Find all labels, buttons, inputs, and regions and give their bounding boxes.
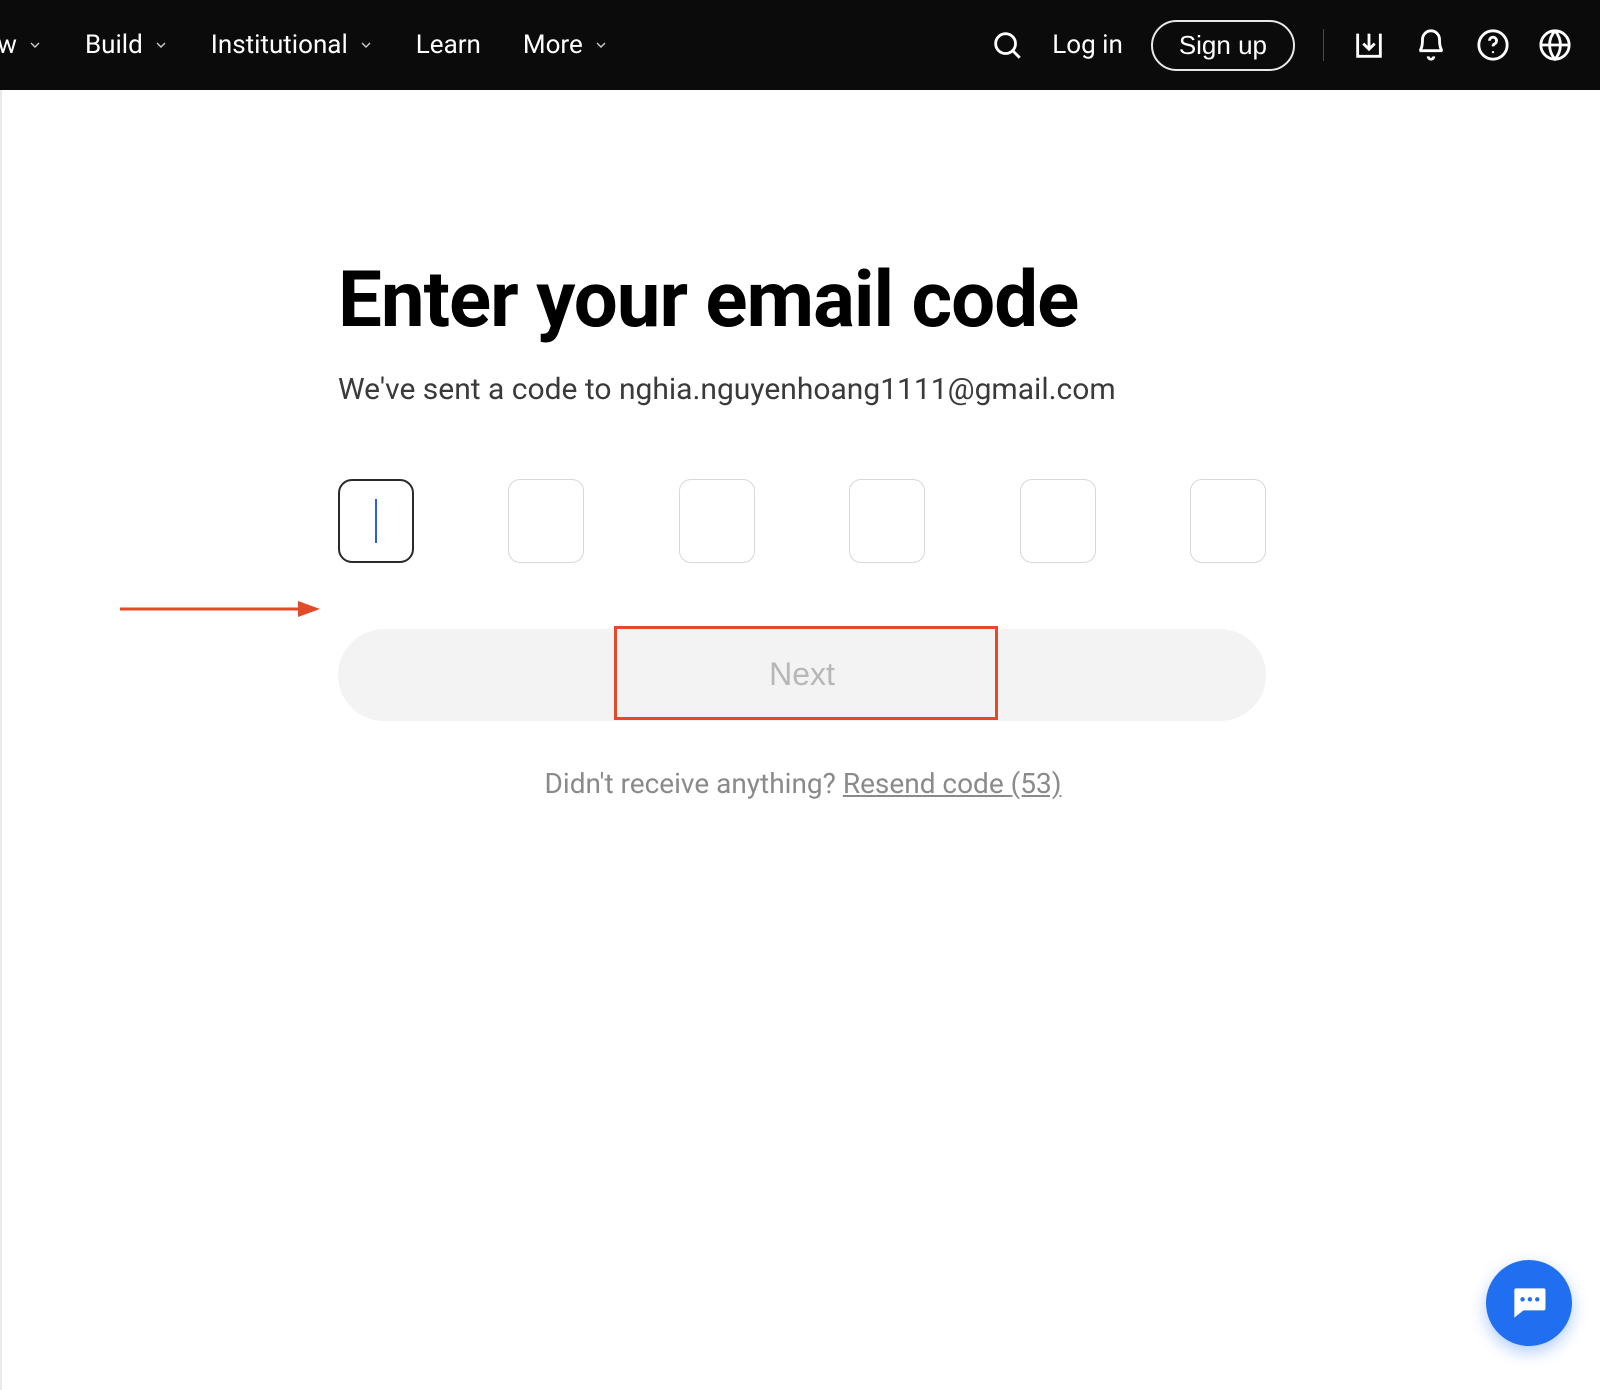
resend-row: Didn't receive anything? Resend code (53… — [338, 767, 1268, 800]
top-nav: row Build Institutional Learn More Log i… — [0, 0, 1600, 90]
subtitle-email: nghia.nguyenhoang1111@gmail.com — [619, 372, 1116, 407]
nav-item-label: Build — [85, 30, 143, 60]
nav-item-label: row — [0, 30, 17, 60]
page-title: Enter your email code — [338, 260, 1268, 342]
code-digit-6[interactable] — [1190, 479, 1266, 563]
code-digit-5[interactable] — [1020, 479, 1096, 563]
next-button[interactable]: Next — [338, 629, 1266, 721]
chat-icon — [1507, 1281, 1551, 1325]
nav-right: Log in Sign up — [990, 20, 1572, 71]
chevron-down-icon — [153, 37, 169, 53]
resend-code-link[interactable]: Resend code (53) — [843, 767, 1062, 800]
help-icon[interactable] — [1476, 28, 1510, 62]
code-digit-4[interactable] — [849, 479, 925, 563]
text-cursor — [375, 499, 377, 543]
nav-item-label: More — [523, 30, 583, 60]
nav-divider — [1323, 29, 1324, 61]
nav-item-build[interactable]: Build — [85, 30, 169, 60]
code-digit-1[interactable] — [338, 479, 414, 563]
resend-prefix: Didn't receive anything? — [545, 767, 836, 800]
globe-icon[interactable] — [1538, 28, 1572, 62]
resend-countdown: (53) — [1011, 767, 1062, 800]
bell-icon[interactable] — [1414, 28, 1448, 62]
resend-link-label: Resend code — [843, 767, 1011, 800]
nav-left: row Build Institutional Learn More — [0, 30, 609, 60]
main: Enter your email code We've sent a code … — [0, 90, 1600, 800]
login-link[interactable]: Log in — [1052, 30, 1123, 60]
nav-item-learn[interactable]: Learn — [416, 30, 481, 60]
subtitle-prefix: We've sent a code to — [338, 372, 619, 407]
nav-item-label: Institutional — [211, 30, 348, 60]
nav-item-institutional[interactable]: Institutional — [211, 30, 374, 60]
code-digit-2[interactable] — [508, 479, 584, 563]
next-button-label: Next — [769, 656, 835, 692]
signup-button[interactable]: Sign up — [1151, 20, 1295, 71]
code-input-row — [338, 479, 1266, 563]
nav-item-more[interactable]: More — [523, 30, 609, 60]
page-subtitle: We've sent a code to nghia.nguyenhoang11… — [338, 372, 1268, 407]
chevron-down-icon — [358, 37, 374, 53]
nav-item-label: Learn — [416, 30, 481, 60]
search-icon[interactable] — [990, 28, 1024, 62]
content: Enter your email code We've sent a code … — [338, 260, 1268, 800]
nav-item-row[interactable]: row — [0, 30, 43, 60]
chevron-down-icon — [27, 37, 43, 53]
code-digit-3[interactable] — [679, 479, 755, 563]
chat-fab[interactable] — [1486, 1260, 1572, 1346]
annotation-arrow — [120, 597, 320, 621]
download-icon[interactable] — [1352, 28, 1386, 62]
chevron-down-icon — [593, 37, 609, 53]
